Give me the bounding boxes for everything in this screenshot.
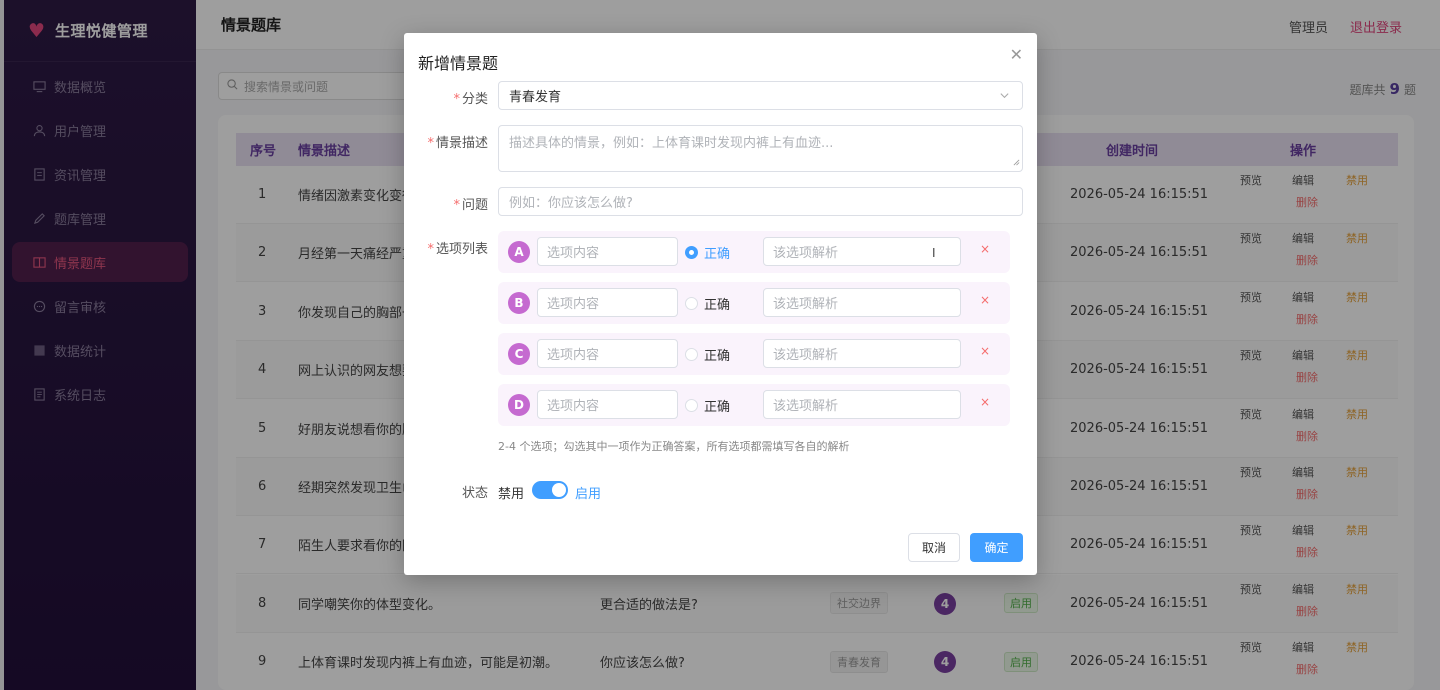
chevron-down-icon — [999, 90, 1010, 105]
dialog-title: 新增情景题 — [418, 54, 499, 73]
desc-placeholder: 描述具体的情景，例如：上体育课时发现内裤上有血迹... — [509, 136, 834, 151]
text-cursor-icon: I — [932, 246, 936, 260]
status-toggle[interactable] — [532, 481, 568, 499]
remove-option-button[interactable]: × — [980, 242, 990, 256]
add-scenario-dialog: 新增情景题 ✕ * 分类 青春发育 * 情景描述 描述具体的情景，例如：上体育课时发… — [404, 33, 1037, 575]
option-content-placeholder: 选项内容 — [547, 399, 600, 414]
option-letter: C — [508, 343, 530, 365]
option-content-input[interactable]: 选项内容 — [537, 237, 678, 266]
correct-radio[interactable] — [685, 348, 698, 361]
option-content-placeholder: 选项内容 — [547, 246, 600, 261]
status-label: 状态 — [461, 486, 488, 501]
status-off-label: 禁用 — [498, 487, 525, 502]
option-analysis-placeholder: 该选项解析 — [773, 297, 839, 312]
correct-label[interactable]: 正确 — [704, 294, 730, 313]
close-icon[interactable]: ✕ — [1010, 45, 1023, 64]
option-row: D 选项内容 正确 该选项解析 × — [498, 384, 1010, 426]
option-analysis-input[interactable]: 该选项解析 — [763, 390, 961, 419]
resize-handle-icon[interactable] — [1013, 155, 1020, 170]
option-analysis-input[interactable]: 该选项解析 — [763, 339, 961, 368]
option-row: C 选项内容 正确 该选项解析 × — [498, 333, 1010, 375]
remove-option-button[interactable]: × — [980, 293, 990, 307]
category-value: 青春发育 — [509, 90, 562, 105]
question-input[interactable]: 例如：你应该怎么做? — [498, 187, 1023, 216]
toggle-knob — [552, 483, 566, 497]
question-label: * 问题 — [453, 198, 488, 213]
option-letter: A — [508, 241, 530, 263]
option-content-input[interactable]: 选项内容 — [537, 339, 678, 368]
confirm-button[interactable]: 确定 — [970, 533, 1023, 562]
correct-radio[interactable] — [685, 246, 698, 259]
remove-option-button[interactable]: × — [980, 344, 990, 358]
option-analysis-placeholder: 该选项解析 — [773, 348, 839, 363]
option-content-placeholder: 选项内容 — [547, 297, 600, 312]
option-analysis-placeholder: 该选项解析 — [773, 246, 839, 261]
cancel-button[interactable]: 取消 — [908, 533, 960, 562]
desc-label: * 情景描述 — [427, 136, 488, 151]
option-letter: D — [508, 394, 530, 416]
correct-label[interactable]: 正确 — [704, 345, 730, 364]
option-analysis-placeholder: 该选项解析 — [773, 399, 839, 414]
correct-label[interactable]: 正确 — [704, 243, 730, 262]
options-hint: 2-4 个选项；勾选其中一项作为正确答案，所有选项都需填写各自的解析 — [498, 440, 850, 453]
option-analysis-input[interactable]: 该选项解析 — [763, 288, 961, 317]
option-content-input[interactable]: 选项内容 — [537, 288, 678, 317]
option-letter: B — [508, 292, 530, 314]
correct-label[interactable]: 正确 — [704, 396, 730, 415]
status-on-label: 启用 — [575, 487, 602, 502]
remove-option-button[interactable]: × — [980, 395, 990, 409]
option-content-input[interactable]: 选项内容 — [537, 390, 678, 419]
category-label: * 分类 — [453, 92, 488, 107]
correct-radio[interactable] — [685, 399, 698, 412]
option-content-placeholder: 选项内容 — [547, 348, 600, 363]
options-label: * 选项列表 — [427, 242, 488, 257]
question-placeholder: 例如：你应该怎么做? — [509, 196, 633, 211]
category-select[interactable]: 青春发育 — [498, 81, 1023, 110]
desc-textarea[interactable]: 描述具体的情景，例如：上体育课时发现内裤上有血迹... — [498, 125, 1023, 172]
option-row: B 选项内容 正确 该选项解析 × — [498, 282, 1010, 324]
correct-radio[interactable] — [685, 297, 698, 310]
